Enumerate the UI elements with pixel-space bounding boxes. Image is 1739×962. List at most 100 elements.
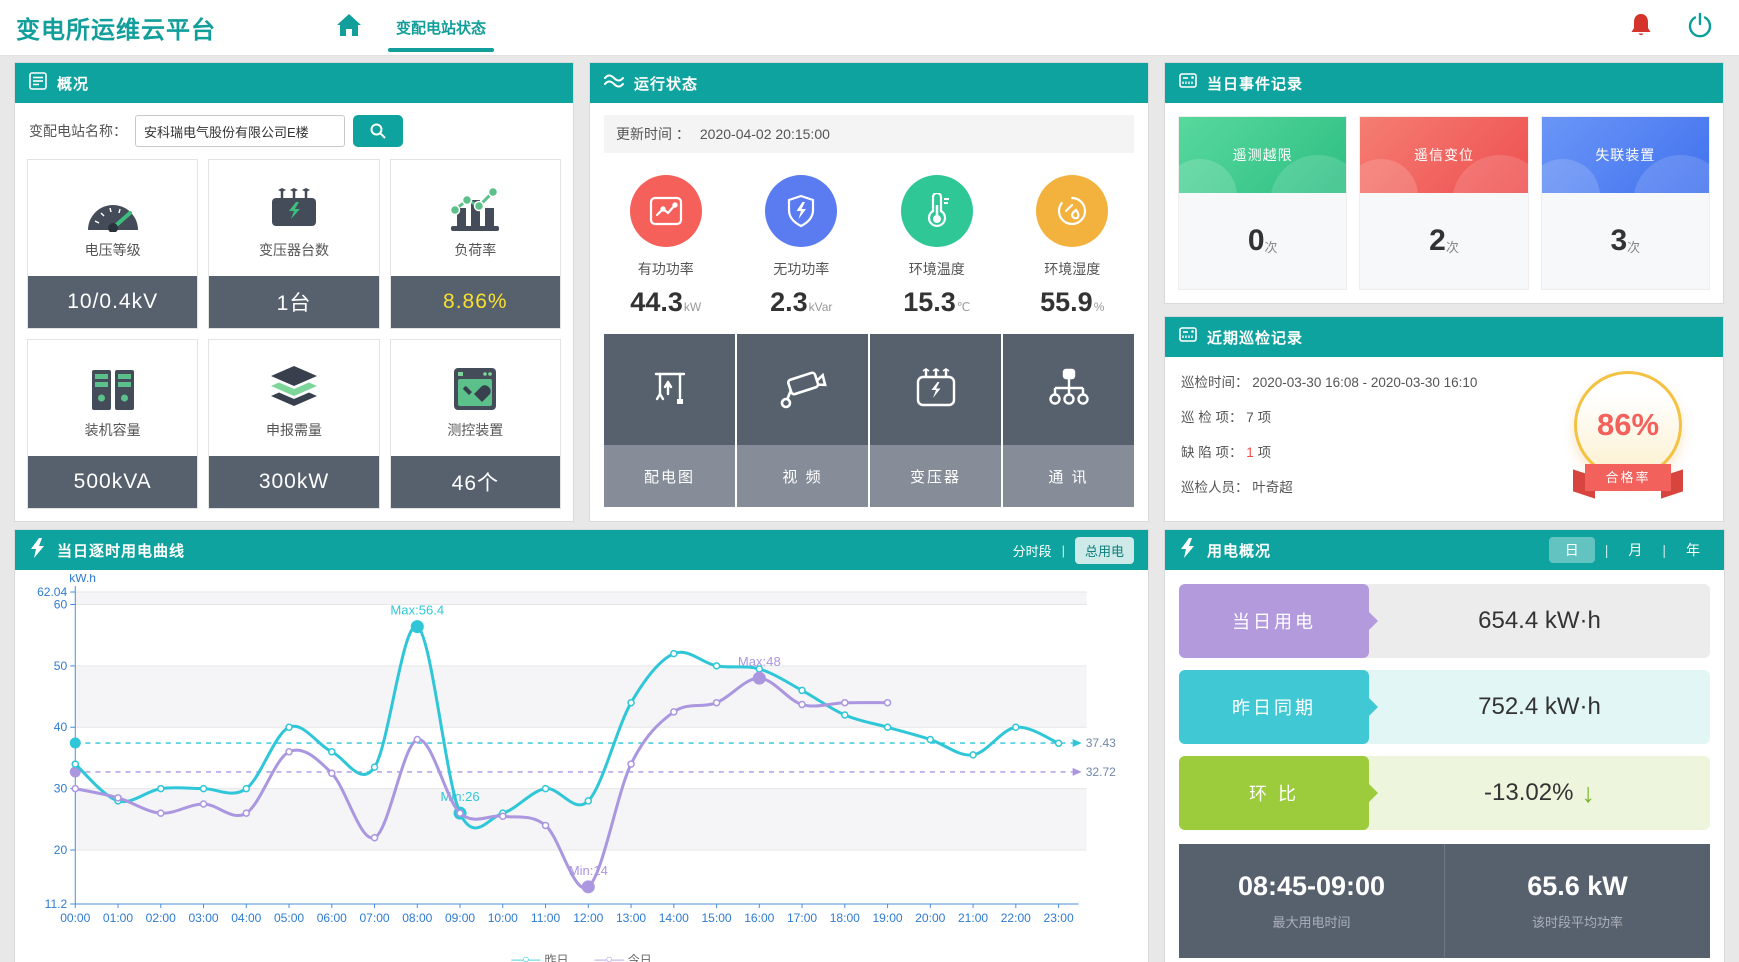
toggle-by-period[interactable]: 分时段 (1013, 541, 1052, 560)
chart-title: 当日逐时用电曲线 (57, 542, 186, 560)
usage-rows: 当日用电 654.4 kW·h 昨日同期 752.4 kW·h 环 比 -13.… (1179, 584, 1710, 830)
load-chart-icon (391, 160, 560, 232)
usage-row-value: 752.4 kW·h (1478, 693, 1601, 720)
svg-text:16:00: 16:00 (744, 911, 774, 925)
card-monitor-devices: 测控装置 46个 (389, 339, 561, 509)
svg-text:23:00: 23:00 (1043, 911, 1073, 925)
device-icon (391, 340, 560, 412)
svg-text:20:00: 20:00 (915, 911, 945, 925)
toggle-total[interactable]: 总用电 (1074, 536, 1134, 564)
station-name-input[interactable] (135, 115, 345, 147)
layers-icon (209, 340, 378, 412)
humidity-icon (1036, 175, 1109, 247)
network-icon (1003, 334, 1134, 445)
panel-usage-chart: 当日逐时用电曲线 分时段 | 总用电 11.2 20 30 40 50 60 62.04 00… (14, 529, 1149, 962)
usage-row-today: 当日用电 654.4 kW·h (1179, 584, 1710, 658)
communication-button[interactable]: 通 讯 (1003, 334, 1134, 507)
inspection-details: 巡检时间： 2020-03-30 16:08 - 2020-03-30 16:1… (1181, 371, 1543, 511)
transformer-box-icon (870, 334, 1001, 445)
panel-overview: 概况 变配电站名称： 电压等级 10/0.4kV (14, 62, 574, 522)
panel-overview-title: 概况 (57, 75, 90, 93)
svg-text:12:00: 12:00 (573, 911, 603, 925)
svg-text:22:00: 22:00 (1001, 911, 1031, 925)
action-label: 视 频 (737, 445, 868, 507)
video-button[interactable]: 视 频 (737, 334, 868, 507)
event-card-signal[interactable]: 遥信变位 2次 (1359, 116, 1529, 290)
metric-value: 44.3 (630, 287, 683, 317)
svg-text:05:00: 05:00 (274, 911, 304, 925)
svg-text:19:00: 19:00 (872, 911, 902, 925)
svg-text:11.2: 11.2 (45, 897, 68, 911)
tab-label: 变配电站状态 (396, 20, 487, 37)
distribution-diagram-icon (604, 334, 735, 445)
svg-text:00:00: 00:00 (60, 911, 90, 925)
metric-ambient-humidity: 环境湿度 55.9% (1005, 175, 1141, 318)
servers-icon (28, 340, 197, 412)
usage-footer: 08:45-09:00 最大用电时间 65.6 kW 该时段平均功率 (1179, 844, 1710, 958)
legend-today[interactable]: —○— 今日 (595, 951, 652, 962)
event-card-telemetry[interactable]: 遥测越限 0次 (1178, 116, 1348, 290)
transformer-button[interactable]: 变压器 (870, 334, 1001, 507)
svg-text:21:00: 21:00 (958, 911, 988, 925)
panel-running-status: 运行状态 更新时间 ： 2020-04-02 20:15:00 有功功率 44.… (589, 62, 1149, 522)
metric-unit: ℃ (956, 300, 971, 314)
home-icon[interactable] (336, 13, 362, 42)
svg-text:11:00: 11:00 (531, 911, 561, 925)
tab-month[interactable]: 月 (1618, 538, 1652, 562)
metric-label: 有功功率 (637, 261, 694, 277)
svg-text:60: 60 (54, 598, 68, 612)
svg-text:08:00: 08:00 (402, 911, 432, 925)
hourly-usage-line-chart[interactable]: 11.2 20 30 40 50 6062.04 00:00 01:00 02:00 03:00 0… (25, 574, 1138, 946)
card-declared-demand: 申报需量 300kW (208, 339, 380, 509)
reactive-power-icon (765, 175, 838, 247)
event-card-title: 遥测越限 (1179, 117, 1347, 193)
panel-usage-summary: 用电概况 日 | 月 | 年 当日用电 654.4 kW·h 昨日同期 752.… (1164, 529, 1725, 962)
metric-unit: % (1093, 300, 1105, 314)
inspection-person-line: 巡检人员： 叶奇超 (1181, 480, 1293, 495)
status-metrics: 有功功率 44.3kW 无功功率 2.3kVar 环境温度 15.3℃ 环境湿度… (598, 175, 1140, 318)
metric-label: 环境温度 (908, 261, 965, 277)
metric-value: 2.3 (770, 287, 808, 317)
metric-value: 15.3 (903, 287, 956, 317)
temperature-icon (900, 175, 973, 247)
svg-text:30: 30 (54, 782, 68, 796)
event-card-offline[interactable]: 失联装置 3次 (1540, 116, 1710, 290)
video-camera-icon (737, 334, 868, 445)
metric-unit: kVar (808, 300, 833, 314)
tab-substation-status[interactable]: 变配电站状态 (387, 0, 495, 55)
app-root: 变电所运维云平台 变配电站状态 概况 变配电站名称： 安科瑞电气股份有限公司E楼… (0, 0, 1739, 962)
distribution-diagram-button[interactable]: 配电图 (604, 334, 735, 507)
overview-cards: 电压等级 10/0.4kV 变压器台数 1台 负荷率 8.86% 装机容量 50… (27, 159, 561, 509)
metric-unit: kW (683, 300, 702, 314)
active-power-icon (629, 175, 702, 247)
svg-text:03:00: 03:00 (188, 911, 218, 925)
action-label: 配电图 (604, 445, 735, 507)
usage-title: 用电概况 (1207, 542, 1272, 560)
svg-text:Max:48: Max:48 (738, 654, 781, 669)
right-column: 当日事件记录 遥测越限 0次 遥信变位 2次 失联装置 3 次 近期巡检记录 巡… (1164, 62, 1724, 522)
card-label: 负荷率 (454, 242, 497, 258)
card-installed-capacity: 装机容量 500kVA (27, 339, 199, 509)
card-value: 8.86% (390, 276, 560, 328)
power-icon[interactable] (1687, 12, 1713, 43)
usage-row-value: -13.02% (1484, 779, 1574, 806)
chart-legend: —○— 昨日 —○— 今日 (25, 946, 1138, 962)
status-actions: 配电图 视 频 变压器 通 讯 (604, 334, 1134, 507)
event-cards: 遥测越限 0次 遥信变位 2次 失联装置 3次 (1178, 116, 1710, 290)
panel-inspection: 近期巡检记录 巡检时间： 2020-03-30 16:08 - 2020-03-… (1164, 316, 1724, 522)
tab-day[interactable]: 日 (1548, 537, 1595, 563)
card-label: 测控装置 (447, 422, 504, 438)
event-count: 0 (1247, 224, 1265, 257)
event-unit: 次 (1445, 239, 1459, 255)
card-load-rate: 负荷率 8.86% (389, 159, 561, 329)
panel-events: 当日事件记录 遥测越限 0次 遥信变位 2次 失联装置 3 次 (1164, 62, 1724, 304)
chart-mode-toggle: 分时段 | 总用电 (1013, 536, 1134, 564)
svg-text:15:00: 15:00 (701, 911, 731, 925)
update-time-label: 更新时间 ： (616, 126, 690, 142)
top-bar: 变电所运维云平台 变配电站状态 (0, 0, 1739, 56)
search-button[interactable] (353, 115, 403, 147)
legend-yesterday[interactable]: —○— 昨日 (511, 951, 568, 962)
pulse-icon (604, 73, 624, 94)
tab-year[interactable]: 年 (1676, 538, 1710, 562)
bell-icon[interactable] (1629, 12, 1653, 43)
